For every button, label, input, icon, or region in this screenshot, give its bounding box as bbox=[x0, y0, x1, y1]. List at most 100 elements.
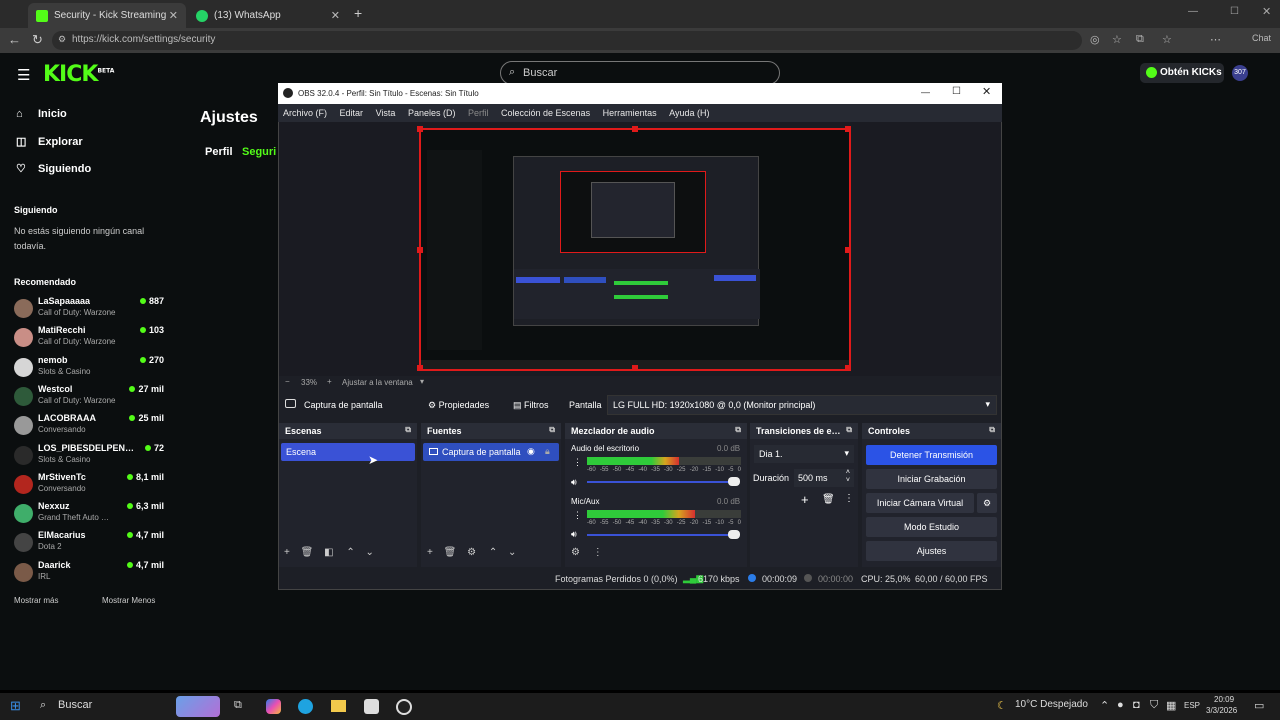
close-tab-icon[interactable]: ✕ bbox=[169, 9, 178, 22]
gear-icon[interactable]: ⚙ bbox=[467, 547, 476, 558]
recommended-channel[interactable]: Daarick IRL 4,7 mil bbox=[14, 560, 164, 586]
obs-taskbar-icon[interactable] bbox=[396, 699, 412, 715]
menu-paneles[interactable]: Paneles (D) bbox=[408, 108, 456, 118]
copilot-icon[interactable] bbox=[266, 699, 281, 714]
trash-icon[interactable]: 🗑︎ bbox=[301, 547, 314, 558]
close-tab-icon[interactable]: ✕ bbox=[331, 9, 340, 22]
resize-handle[interactable] bbox=[417, 247, 423, 253]
kick-search-input[interactable]: ⌕ Buscar bbox=[500, 61, 780, 85]
resize-handle[interactable] bbox=[845, 247, 851, 253]
zoom-out-icon[interactable]: − bbox=[285, 377, 290, 386]
obs-minimize-icon[interactable]: — bbox=[921, 87, 930, 97]
task-view-icon[interactable]: ⧉ bbox=[234, 699, 242, 712]
filters-button[interactable]: ▤ Filtros bbox=[513, 400, 549, 411]
undock-icon[interactable]: ⧉ bbox=[405, 425, 411, 435]
windows-start-icon[interactable]: ⊞ bbox=[10, 698, 21, 714]
move-up-icon[interactable]: ⌃ bbox=[346, 547, 354, 558]
duration-spinbox[interactable]: 500 ms ˄ ˅ bbox=[794, 469, 854, 487]
undock-icon[interactable]: ⧉ bbox=[735, 425, 741, 435]
undock-icon[interactable]: ⧉ bbox=[989, 425, 995, 435]
tray-chevron-icon[interactable]: ⌃ bbox=[1100, 699, 1109, 712]
hamburger-menu-icon[interactable]: ☰ bbox=[17, 66, 30, 84]
resize-handle[interactable] bbox=[417, 126, 423, 132]
get-kicks-button[interactable]: Obtén KICKs bbox=[1140, 63, 1224, 83]
spin-arrows-icon[interactable]: ˄ ˅ bbox=[846, 469, 850, 485]
resize-handle[interactable] bbox=[845, 365, 851, 371]
add-transition-icon[interactable]: + bbox=[801, 492, 809, 507]
tab-kick-security[interactable]: Security - Kick Streaming ✕ bbox=[28, 3, 186, 28]
language-indicator[interactable]: ESP bbox=[1184, 701, 1200, 710]
minimize-icon[interactable]: — bbox=[1188, 6, 1198, 17]
volume-slider-handle[interactable] bbox=[728, 477, 740, 486]
menu-perfil[interactable]: Perfil bbox=[468, 108, 489, 118]
tray-security-icon[interactable]: ⛉ bbox=[1150, 699, 1158, 712]
nav-item-explorar[interactable]: ◫ Explorar bbox=[16, 135, 83, 149]
notifications-icon[interactable]: ▭ bbox=[1254, 699, 1264, 712]
start-recording-button[interactable]: Iniciar Grabación bbox=[866, 469, 997, 489]
search-highlight-icon[interactable] bbox=[176, 696, 220, 717]
nav-item-siguiendo[interactable]: ♡ Siguiendo bbox=[16, 162, 91, 176]
new-tab-icon[interactable]: + bbox=[354, 5, 362, 21]
recommended-channel[interactable]: MrStivenTc Conversando 8,1 mil bbox=[14, 472, 164, 498]
recommended-channel[interactable]: ElMacarius Dota 2 4,7 mil bbox=[14, 530, 164, 556]
nav-item-inicio[interactable]: ⌂ Inicio bbox=[16, 108, 67, 120]
clock-time[interactable]: 20:09 bbox=[1214, 695, 1234, 704]
file-explorer-icon[interactable] bbox=[331, 700, 346, 712]
network-icon[interactable]: ▦ bbox=[1166, 699, 1176, 712]
store-icon[interactable] bbox=[364, 699, 379, 714]
reader-icon[interactable]: ◎ bbox=[1090, 33, 1100, 46]
virtual-camera-settings-button[interactable]: ⚙ bbox=[977, 493, 997, 513]
delete-transition-icon[interactable]: 🗑︎ bbox=[822, 494, 835, 505]
url-field[interactable]: ⚙ https://kick.com/settings/security bbox=[52, 31, 1082, 50]
scene-item-selected[interactable]: Escena bbox=[281, 443, 415, 461]
kick-logo[interactable]: KICKBETA bbox=[43, 62, 114, 87]
visibility-eye-icon[interactable]: ◉ bbox=[527, 446, 535, 457]
menu-vista[interactable]: Vista bbox=[376, 108, 396, 118]
close-window-icon[interactable]: ✕ bbox=[1262, 5, 1271, 18]
resize-handle[interactable] bbox=[417, 365, 423, 371]
volume-speaker-icon[interactable]: 🔊︎ bbox=[571, 529, 577, 540]
menu-ayuda[interactable]: Ayuda (H) bbox=[669, 108, 709, 118]
weather-text[interactable]: 10°C Despejado bbox=[1015, 699, 1088, 710]
obs-preview-canvas[interactable] bbox=[417, 126, 851, 371]
resize-handle[interactable] bbox=[845, 126, 851, 132]
monitor-select[interactable]: LG FULL HD: 1920x1080 @ 0,0 (Monitor pri… bbox=[607, 395, 997, 415]
kebab-menu-icon[interactable]: ⋮ bbox=[593, 547, 603, 558]
move-down-icon[interactable]: ⌄ bbox=[366, 547, 374, 558]
recommended-channel[interactable]: LaSapaaaaa Call of Duty: Warzone 887 bbox=[14, 296, 164, 322]
studio-mode-button[interactable]: Modo Estudio bbox=[866, 517, 997, 537]
tray-app-icon[interactable]: ◘ bbox=[1133, 699, 1140, 711]
obs-close-icon[interactable]: ✕ bbox=[982, 85, 991, 98]
recommended-channel[interactable]: Westcol Call of Duty: Warzone 27 mil bbox=[14, 384, 164, 410]
maximize-icon[interactable]: ☐ bbox=[1230, 6, 1239, 17]
advanced-audio-icon[interactable]: ⚙ bbox=[571, 547, 580, 558]
move-up-icon[interactable]: ⌃ bbox=[489, 547, 497, 558]
kebab-menu-icon[interactable]: ⋮ bbox=[573, 510, 582, 521]
kebab-menu-icon[interactable]: ⋮ bbox=[573, 457, 582, 468]
recommended-channel[interactable]: LACOBRAAA Conversando 25 mil bbox=[14, 413, 164, 439]
tab-whatsapp[interactable]: (13) WhatsApp ✕ bbox=[188, 3, 348, 28]
menu-herramientas[interactable]: Herramientas bbox=[603, 108, 657, 118]
recommended-channel[interactable]: MatiRecchi Call of Duty: Warzone 103 bbox=[14, 325, 164, 351]
volume-slider-handle[interactable] bbox=[728, 530, 740, 539]
extensions-icon[interactable]: ⧉ bbox=[1136, 33, 1144, 46]
show-more-link[interactable]: Mostrar más bbox=[14, 596, 58, 605]
recommended-channel[interactable]: LOS_PIBESDELPEN… Slots & Casino 72 bbox=[14, 443, 164, 469]
properties-button[interactable]: ⚙ Propiedades bbox=[428, 400, 489, 411]
user-avatar[interactable]: 307 bbox=[1232, 65, 1248, 81]
menu-coleccion-escenas[interactable]: Colección de Escenas bbox=[501, 108, 590, 118]
reload-icon[interactable]: ↻ bbox=[32, 32, 43, 48]
transition-select[interactable]: Dia 1. ▾ bbox=[754, 445, 854, 463]
settings-tab-profile[interactable]: Perfil bbox=[205, 146, 233, 158]
edge-icon[interactable] bbox=[298, 699, 313, 714]
add-icon[interactable]: + bbox=[284, 547, 290, 558]
more-menu-icon[interactable]: ⋯ bbox=[1210, 33, 1221, 46]
kebab-menu-icon[interactable]: ⋮ bbox=[844, 493, 854, 504]
recommended-channel[interactable]: Nexxuz Grand Theft Auto … 6,3 mil bbox=[14, 501, 164, 527]
move-down-icon[interactable]: ⌄ bbox=[508, 547, 516, 558]
volume-slider[interactable] bbox=[587, 481, 733, 483]
add-icon[interactable]: + bbox=[427, 547, 433, 558]
volume-slider[interactable] bbox=[587, 534, 733, 536]
clock-date[interactable]: 3/3/2026 bbox=[1206, 706, 1237, 715]
taskbar-search[interactable]: Buscar bbox=[58, 699, 92, 711]
